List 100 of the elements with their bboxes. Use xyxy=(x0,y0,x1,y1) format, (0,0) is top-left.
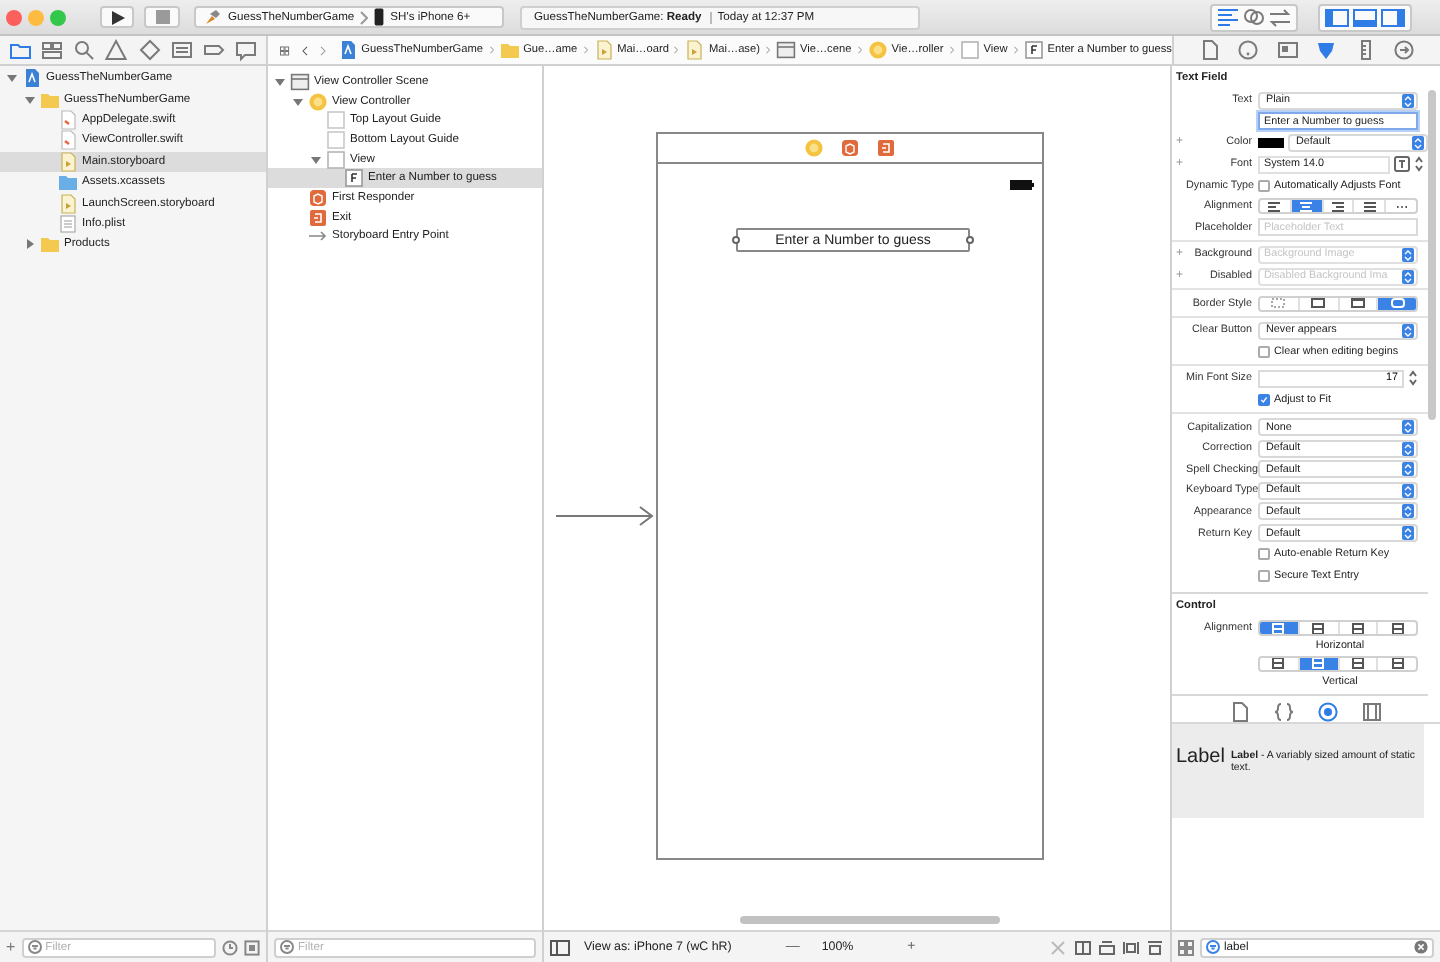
box-icon[interactable] xyxy=(1146,939,1164,955)
split-box-icon[interactable] xyxy=(1074,939,1092,955)
stepper-icon[interactable] xyxy=(1408,370,1418,387)
disclosure-icon[interactable] xyxy=(274,75,286,88)
arrows-icon[interactable] xyxy=(1268,5,1292,29)
filter-icon xyxy=(1206,940,1220,954)
stop-button[interactable] xyxy=(144,6,180,28)
disclosure-icon[interactable] xyxy=(310,153,322,166)
chevron-icon xyxy=(674,42,679,58)
rings-icon[interactable] xyxy=(1242,5,1266,29)
frame-icon xyxy=(1389,657,1406,670)
disclosure-icon[interactable] xyxy=(292,95,304,108)
chevron-icon xyxy=(360,9,369,25)
segment-button[interactable] xyxy=(1291,200,1324,213)
back-icon[interactable] xyxy=(301,41,308,59)
check-icon xyxy=(1260,394,1268,407)
sidebar-icon[interactable] xyxy=(550,939,570,955)
run-button[interactable] xyxy=(100,6,134,28)
frame-icon xyxy=(1310,622,1327,635)
document-icon[interactable] xyxy=(1228,699,1252,724)
clock-icon[interactable] xyxy=(222,939,238,955)
segment-button[interactable] xyxy=(1378,297,1416,310)
stepper-icon[interactable] xyxy=(1414,156,1424,173)
chevron-icon xyxy=(489,42,494,58)
grid-icon xyxy=(290,71,310,92)
close-button[interactable] xyxy=(6,9,22,25)
box-icon[interactable] xyxy=(1098,939,1116,955)
exit-icon[interactable] xyxy=(876,138,896,158)
grid-icon[interactable] xyxy=(40,38,65,62)
forward-icon[interactable] xyxy=(319,41,326,59)
document-icon xyxy=(58,193,78,214)
folder-icon xyxy=(40,89,60,110)
checkbox[interactable] xyxy=(1258,548,1270,561)
document-icon[interactable] xyxy=(1197,38,1222,62)
lines-icon xyxy=(1298,200,1315,213)
disclosure-icon[interactable] xyxy=(24,238,36,251)
rect-icon xyxy=(1349,297,1366,310)
editor-mode-control[interactable] xyxy=(1210,3,1298,31)
list-icon[interactable] xyxy=(169,38,194,62)
target-icon[interactable] xyxy=(1316,699,1340,724)
table-icon xyxy=(58,213,78,234)
frame-icon xyxy=(1349,657,1366,670)
chevron-icon xyxy=(583,42,588,58)
panel-icon[interactable] xyxy=(1324,5,1350,29)
warning-icon[interactable] xyxy=(104,38,129,62)
label-preview: Label xyxy=(1176,748,1225,769)
checkbox[interactable] xyxy=(1258,394,1270,407)
frame-icon xyxy=(1270,657,1287,670)
search-icon[interactable] xyxy=(72,38,97,62)
scrollbar[interactable] xyxy=(740,916,1000,924)
diamond-icon[interactable] xyxy=(137,38,162,62)
checkbox[interactable] xyxy=(1258,179,1270,192)
chevron-icon xyxy=(857,42,862,58)
square-icon xyxy=(326,149,346,170)
braces-icon[interactable] xyxy=(1272,699,1296,724)
circle-icon[interactable] xyxy=(1236,38,1261,62)
add-button[interactable]: + xyxy=(6,938,16,956)
panel-icon[interactable] xyxy=(1380,5,1406,29)
frame-icon xyxy=(1349,622,1366,635)
panel-icon[interactable] xyxy=(1352,5,1378,29)
lines-icon xyxy=(1266,200,1283,213)
color-swatch[interactable] xyxy=(1258,137,1284,148)
segmented-control[interactable] xyxy=(1258,295,1418,312)
folder-icon xyxy=(40,234,60,255)
checkbox[interactable] xyxy=(1258,345,1270,358)
folder-icon[interactable] xyxy=(8,38,33,62)
segmented-control[interactable] xyxy=(1258,655,1418,672)
lines-icon xyxy=(1329,200,1346,213)
font-icon[interactable] xyxy=(1394,156,1410,173)
box-icon[interactable] xyxy=(244,939,260,955)
segment-button[interactable] xyxy=(1260,622,1300,635)
bracket-box-icon[interactable] xyxy=(1122,939,1140,955)
grid-icon xyxy=(775,40,796,60)
panel-toggle-control[interactable] xyxy=(1318,3,1412,31)
scrollbar[interactable] xyxy=(1428,90,1436,420)
disclosure-icon[interactable] xyxy=(24,93,36,106)
folder-icon xyxy=(499,40,520,60)
circle-icon xyxy=(308,91,328,112)
grid-icon[interactable] xyxy=(1178,939,1194,955)
disclosure-icon[interactable] xyxy=(6,72,18,85)
file-icon xyxy=(58,130,78,151)
grid-icon[interactable] xyxy=(280,41,290,59)
resize-handle[interactable] xyxy=(966,236,974,244)
chat-icon[interactable] xyxy=(233,38,258,62)
lines-icon xyxy=(1361,200,1378,213)
popup-arrows-icon xyxy=(1402,441,1414,456)
square-icon xyxy=(326,129,346,150)
segmented-control[interactable] xyxy=(1258,198,1418,215)
resize-handle[interactable] xyxy=(732,236,740,244)
clear-icon[interactable] xyxy=(1414,940,1428,954)
hammer-icon xyxy=(204,8,222,26)
checkbox[interactable] xyxy=(1258,569,1270,582)
card-icon[interactable] xyxy=(1275,38,1300,62)
cube-icon[interactable] xyxy=(840,138,860,158)
film-icon[interactable] xyxy=(1360,699,1384,724)
segmented-control[interactable] xyxy=(1258,620,1418,637)
dots-icon xyxy=(1393,200,1410,213)
lines-icon[interactable] xyxy=(1216,5,1240,29)
arrow-circle-icon[interactable] xyxy=(1392,38,1417,62)
segment-button[interactable] xyxy=(1299,657,1339,670)
